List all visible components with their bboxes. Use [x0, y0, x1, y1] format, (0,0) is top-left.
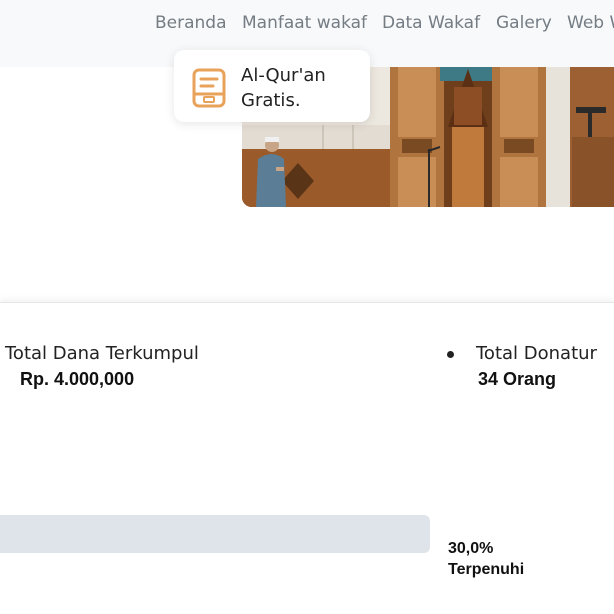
quran-book-icon [192, 68, 226, 108]
total-funds-label: Total Dana Terkumpul [5, 343, 199, 364]
page: Beranda Manfaat wakaf Data Wakaf Galery … [0, 0, 614, 614]
progress-bar [0, 515, 430, 553]
nav-link-galery[interactable]: Galery [496, 13, 552, 33]
total-donors-label: Total Donatur [476, 343, 597, 364]
list-bullet [447, 351, 454, 358]
feature-card-line1: Al-Qur'an [241, 65, 326, 86]
total-funds-value: Rp. 4.000,000 [20, 369, 135, 389]
nav-link-data-wakaf[interactable]: Data Wakaf [382, 13, 480, 33]
progress-percent: 30,0% [448, 540, 494, 557]
donation-stats-section: Total Dana Terkumpul Rp. 4.000,000 Total… [0, 302, 614, 614]
total-donors-value: 34 Orang [478, 369, 557, 389]
nav-link-beranda[interactable]: Beranda [155, 13, 227, 33]
nav-link-manfaat-wakaf[interactable]: Manfaat wakaf [242, 13, 367, 33]
feature-card-free-quran: Al-Qur'an Gratis. [174, 50, 370, 122]
nav-link-web[interactable]: Web W [567, 13, 614, 33]
feature-card-line2: Gratis. [241, 90, 301, 111]
progress-status: Terpenuhi [448, 561, 525, 578]
feature-card-text: Al-Qur'an Gratis. [241, 63, 326, 113]
